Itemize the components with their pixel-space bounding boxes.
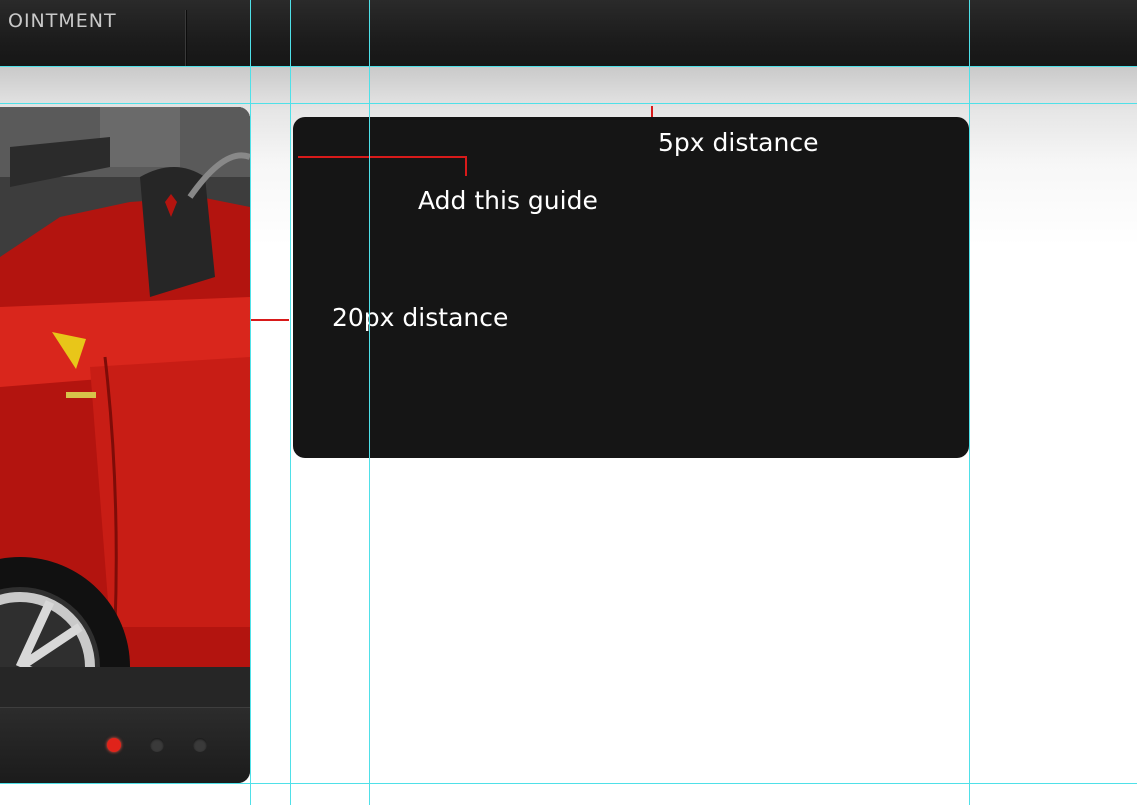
slider-dot-2[interactable] xyxy=(150,738,164,752)
nav-item-appointment[interactable]: OINTMENT xyxy=(8,10,117,32)
image-slider xyxy=(0,107,250,783)
guide-pointer-vertical xyxy=(465,156,467,176)
top-navbar xyxy=(0,0,1137,66)
side-distance-label: 20px distance xyxy=(332,303,509,332)
guide-vertical-2[interactable] xyxy=(290,0,291,805)
side-distance-marker xyxy=(251,319,289,321)
guide-horizontal-3[interactable] xyxy=(0,783,1137,784)
slider-dot-3[interactable] xyxy=(193,738,207,752)
guide-vertical-1[interactable] xyxy=(250,0,251,805)
nav-divider xyxy=(185,10,186,66)
slider-controls xyxy=(0,707,250,783)
guide-pointer-horizontal xyxy=(298,156,466,158)
car-photo xyxy=(0,107,250,707)
content-box xyxy=(293,117,969,458)
slider-dot-1[interactable] xyxy=(107,738,121,752)
guide-vertical-4[interactable] xyxy=(969,0,970,805)
top-distance-label: 5px distance xyxy=(658,128,819,157)
top-distance-marker xyxy=(651,106,653,117)
add-guide-label: Add this guide xyxy=(418,186,598,215)
guide-vertical-3[interactable] xyxy=(369,0,370,805)
guide-horizontal-2[interactable] xyxy=(0,103,1137,104)
guide-horizontal-1[interactable] xyxy=(0,66,1137,67)
